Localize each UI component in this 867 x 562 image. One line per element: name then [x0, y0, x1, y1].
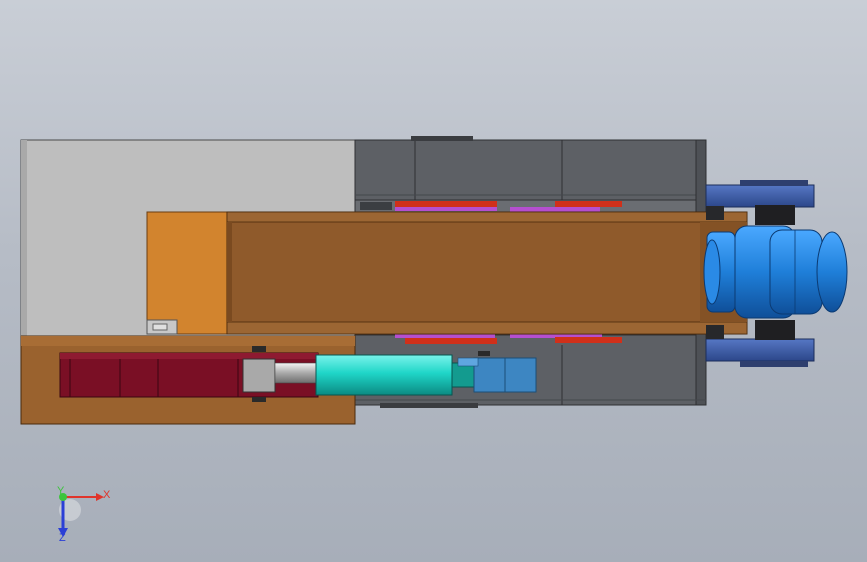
- y-axis-label: Y: [57, 485, 65, 497]
- orange-block: [146, 211, 228, 335]
- axis-triad: X Y Z: [57, 485, 111, 544]
- cad-viewport[interactable]: X Y Z: [0, 0, 867, 562]
- z-axis-label: Z: [59, 532, 66, 544]
- brown-beam: [226, 211, 748, 335]
- blue-motor: [703, 225, 848, 319]
- x-axis-label: X: [103, 489, 111, 501]
